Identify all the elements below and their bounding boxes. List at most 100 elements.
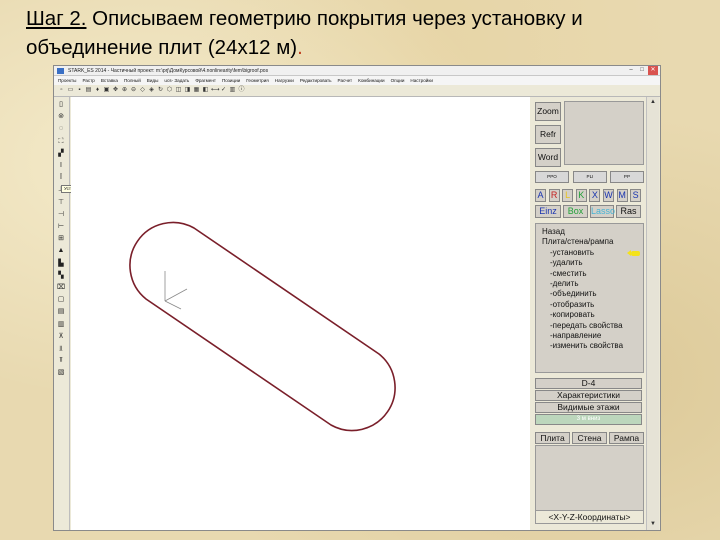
mode-einz-button[interactable]: Einz (535, 205, 561, 218)
pp-button[interactable]: PP (610, 171, 644, 183)
load-line-icon[interactable]: ⊞ (56, 235, 66, 243)
zoom-all-icon[interactable]: ◈ (148, 87, 155, 94)
tab-wall[interactable]: Стена (572, 432, 607, 444)
zoom-window-icon[interactable]: ◇ (139, 87, 146, 94)
menu-item[interactable]: Опции (391, 76, 405, 85)
view-front-icon[interactable]: ◨ (184, 87, 191, 94)
filter-x-button[interactable]: X (589, 189, 601, 202)
refresh-button[interactable]: Refr (535, 125, 561, 144)
hatch-icon[interactable]: ▧ (56, 369, 66, 377)
menu-item[interactable]: Полный (124, 76, 141, 85)
slab-outline[interactable] (129, 221, 396, 432)
command-menu-item[interactable]: -копировать (542, 310, 643, 320)
title-bar[interactable]: STARK_ES 2014 - Частичный проект: m:\prj… (54, 66, 660, 76)
command-menu-item[interactable]: -направление (542, 331, 643, 341)
material-icon[interactable]: ▙ (56, 260, 66, 268)
section-icon[interactable]: ◧ (202, 87, 209, 94)
filter-k-button[interactable]: K (575, 189, 587, 202)
section-prop-icon[interactable]: ▚ (56, 272, 66, 280)
menu-item[interactable]: Редактировать (300, 76, 332, 85)
plate-tool-icon[interactable]: ⛶ (56, 138, 66, 146)
node-icon[interactable]: ⊚ (56, 113, 66, 121)
tab-plate[interactable]: Плита (535, 432, 570, 444)
filter-a-button[interactable]: A (535, 189, 546, 202)
spring-icon[interactable]: ⊣ (56, 211, 66, 219)
scroll-down-icon[interactable]: ▼ (648, 520, 658, 529)
command-menu-item[interactable]: Плита/стена/рампа (542, 237, 643, 247)
drawing-canvas[interactable] (71, 97, 530, 530)
zoom-in-icon[interactable]: ⊕ (121, 87, 128, 94)
command-menu-item[interactable]: -объединить (542, 289, 643, 299)
zoom-out-icon[interactable]: ⊖ (130, 87, 137, 94)
pan-icon[interactable]: ✥ (112, 87, 119, 94)
command-menu-item[interactable]: -делить (542, 279, 643, 289)
print-icon[interactable]: ▤ (85, 87, 92, 94)
coordinates-field[interactable]: <X-Y-Z-Координаты> (535, 510, 644, 524)
floor-selection-bar[interactable]: 3 м вниз (535, 414, 642, 425)
measure-icon[interactable]: ⟷ (211, 87, 220, 94)
column-icon[interactable]: I (56, 162, 66, 170)
menu-item[interactable]: Проекты (58, 76, 76, 85)
opening-icon[interactable]: ▢ (56, 296, 66, 304)
view-3d-icon[interactable]: ⬡ (166, 87, 173, 94)
menu-item[interactable]: Расчет (338, 76, 353, 85)
d4-bar[interactable]: D-4 (535, 378, 642, 389)
menu-item[interactable]: Виды (147, 76, 159, 85)
menu-item[interactable]: Фрагмент (195, 76, 216, 85)
menu-item[interactable]: Нагрузки (275, 76, 294, 85)
check-icon[interactable]: ✓ (220, 87, 227, 94)
command-menu-item[interactable]: -изменить свойства (542, 341, 643, 351)
zoom-button[interactable]: Zoom (535, 102, 561, 121)
anchor-icon[interactable]: ⫪ (56, 357, 66, 365)
menu-item[interactable]: Вставка (101, 76, 118, 85)
vertical-scrollbar[interactable]: ▲ ▼ (646, 97, 659, 530)
mode-ras-button[interactable]: Ras (616, 205, 641, 218)
mode-box-button[interactable]: Box (563, 205, 588, 218)
filter-m-button[interactable]: M (616, 189, 628, 202)
menu-item[interactable]: Комбинации (358, 76, 384, 85)
menu-item[interactable]: ucs- Задать (164, 76, 189, 85)
minimize-button[interactable]: – (626, 66, 636, 75)
mode-lasso-button[interactable]: Lasso (590, 205, 615, 218)
command-menu-item[interactable]: Назад (542, 227, 643, 237)
save-icon[interactable]: ▪ (76, 87, 83, 94)
beam-icon[interactable]: Ї (56, 174, 66, 182)
maximize-button[interactable]: □ (637, 66, 647, 75)
menu-item[interactable]: Растр (82, 76, 94, 85)
grid-icon[interactable]: ▦ (193, 87, 200, 94)
foundation-icon[interactable]: ⊼ (56, 333, 66, 341)
scroll-up-icon[interactable]: ▲ (648, 98, 658, 107)
filter-s-button[interactable]: S (630, 189, 642, 202)
bulb-icon[interactable]: ♦ (94, 87, 101, 94)
command-menu-item[interactable]: -удалить (542, 258, 643, 268)
select-icon[interactable]: ▯ (56, 101, 66, 109)
pile-icon[interactable]: ⫫ (56, 345, 66, 353)
filter-w-button[interactable]: W (603, 189, 614, 202)
ppo-button[interactable]: PPO (535, 171, 569, 183)
menu-item[interactable]: Настройки (410, 76, 433, 85)
bar-icon[interactable]: ◌ (56, 125, 66, 133)
view-top-icon[interactable]: ◫ (175, 87, 182, 94)
tab-ramp[interactable]: Рампа (609, 432, 644, 444)
layers-icon[interactable]: ▣ (103, 87, 110, 94)
rotate-icon[interactable]: ↻ (157, 87, 164, 94)
load-point-icon[interactable]: ⊢ (56, 223, 66, 231)
filter-l-button[interactable]: L (562, 189, 574, 202)
characteristics-bar[interactable]: Характеристики (535, 390, 642, 401)
open-folder-icon[interactable]: ▭ (67, 87, 74, 94)
table-icon[interactable]: ▥ (229, 87, 236, 94)
reinforcement-icon[interactable]: ▥ (56, 321, 66, 329)
result-icon[interactable]: ▤ (56, 308, 66, 316)
info-icon[interactable]: ⓘ (238, 87, 245, 94)
word-button[interactable]: Word (535, 148, 561, 167)
close-button[interactable]: ✕ (648, 66, 658, 75)
visible-floors-bar[interactable]: Видимые этажи (535, 402, 642, 413)
menu-item[interactable]: Геометрия (246, 76, 269, 85)
hinge-icon[interactable]: ⊤ (56, 199, 66, 207)
command-menu-item[interactable]: -передать свойства (542, 321, 643, 331)
mesh-icon[interactable]: ⌧ (56, 284, 66, 292)
load-area-icon[interactable]: ▲ (56, 247, 66, 255)
command-menu-item[interactable]: -отобразить (542, 300, 643, 310)
menu-item[interactable]: Позиции (222, 76, 240, 85)
new-file-icon[interactable]: ▫ (58, 87, 65, 94)
